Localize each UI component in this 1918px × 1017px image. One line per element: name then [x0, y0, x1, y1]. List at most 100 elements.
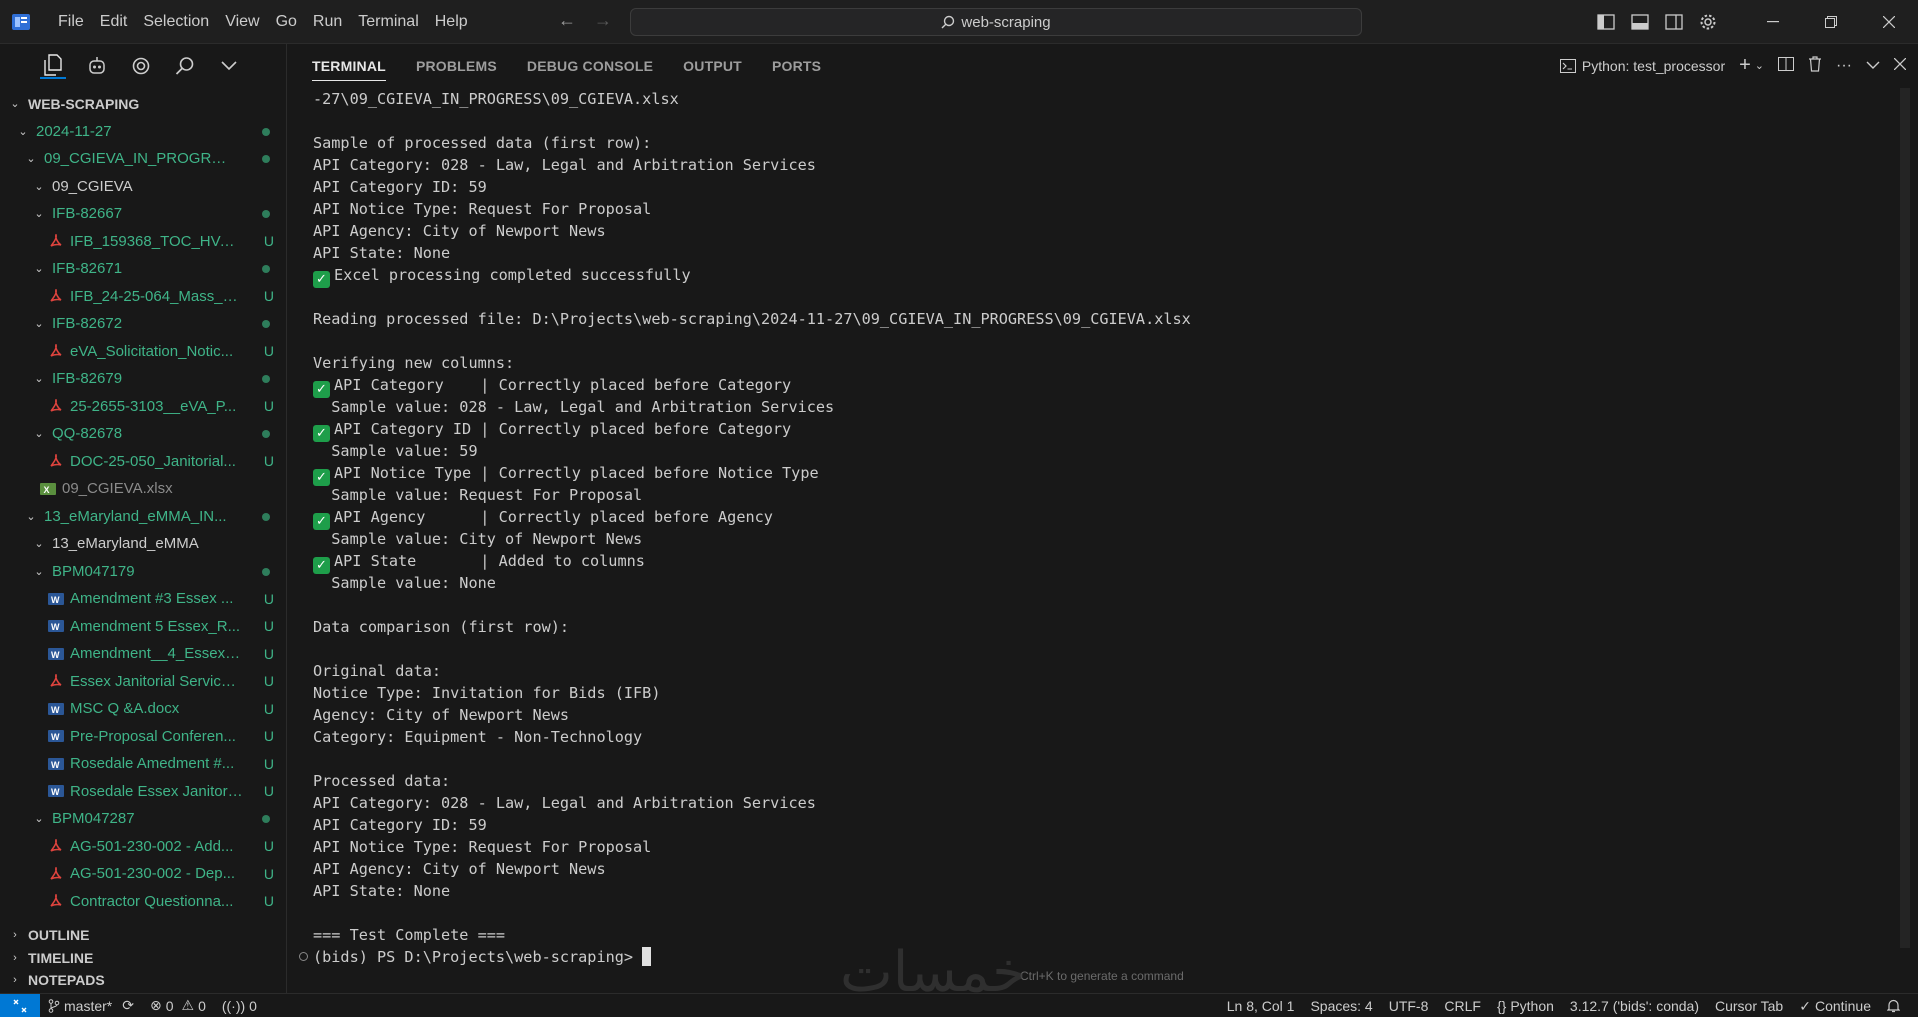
indentation[interactable]: Spaces: 4: [1302, 998, 1380, 1014]
chevron-down-icon: ⌄: [34, 428, 44, 441]
menu-item-file[interactable]: File: [50, 7, 92, 37]
tree-folder[interactable]: ⌄ 13_eMaryland_eMMA: [0, 530, 286, 558]
menu-item-terminal[interactable]: Terminal: [350, 7, 426, 37]
tree-folder[interactable]: ⌄ QQ-82678: [0, 420, 286, 448]
ports-indicator[interactable]: ((·)) 0: [214, 998, 265, 1014]
menu-item-help[interactable]: Help: [427, 7, 476, 37]
toggle-secondary-sidebar-icon[interactable]: [1662, 10, 1686, 34]
tree-folder[interactable]: ⌄ IFB-82667: [0, 200, 286, 228]
forward-arrow-icon[interactable]: →: [594, 10, 612, 31]
terminal-selector[interactable]: Python: test_processor: [1559, 57, 1726, 74]
tab-output[interactable]: OUTPUT: [683, 52, 742, 80]
tree-file[interactable]: W Amendment 5 Essex_R... U: [0, 613, 286, 641]
python-interpreter[interactable]: 3.12.7 ('bids': conda): [1562, 998, 1707, 1014]
terminal-prompt-line[interactable]: (bids) PS D:\Projects\web-scraping>: [299, 946, 1873, 968]
language-mode[interactable]: {} Python: [1489, 998, 1562, 1014]
command-center-search[interactable]: web-scraping: [630, 8, 1362, 36]
new-terminal-plus-icon[interactable]: +: [1739, 54, 1751, 77]
tree-file[interactable]: AG-501-230-002 - Add... U: [0, 833, 286, 861]
tree-file[interactable]: 25-2655-3103__eVA_P... U: [0, 393, 286, 421]
tree-file[interactable]: eVA_Solicitation_Notic... U: [0, 338, 286, 366]
restore-button[interactable]: [1802, 0, 1860, 44]
tree-folder[interactable]: ⌄ IFB-82672: [0, 310, 286, 338]
back-arrow-icon[interactable]: ←: [558, 10, 576, 31]
line-endings[interactable]: CRLF: [1436, 998, 1489, 1014]
terminal-output[interactable]: -27\09_CGIEVA_IN_PROGRESS\09_CGIEVA.xlsx…: [299, 88, 1873, 968]
terminal-line: Agency: City of Newport News: [313, 704, 1873, 726]
cursor-tab[interactable]: Cursor Tab: [1707, 998, 1791, 1014]
encoding[interactable]: UTF-8: [1381, 998, 1437, 1014]
continue-extension[interactable]: ✓ Continue: [1791, 998, 1879, 1015]
tree-file[interactable]: W Pre-Proposal Conferen... U: [0, 723, 286, 751]
tree-file[interactable]: IFB_159368_TOC_HVAC... U: [0, 228, 286, 256]
section-outline[interactable]: › OUTLINE: [0, 924, 286, 947]
tree-file[interactable]: DOC-25-050_Janitorial... U: [0, 448, 286, 476]
tree-file[interactable]: Essex Janitorial Service ... U: [0, 668, 286, 696]
tree-folder[interactable]: ⌄ IFB-82679: [0, 365, 286, 393]
tree-folder[interactable]: ⌄ 2024-11-27: [0, 118, 286, 146]
split-terminal-icon[interactable]: [1778, 57, 1795, 74]
close-window-button[interactable]: [1860, 0, 1918, 44]
tree-file[interactable]: IFB_24-25-064_Mass_Tr... U: [0, 283, 286, 311]
notifications-bell-icon[interactable]: [1879, 999, 1908, 1013]
git-branch[interactable]: master* ⟳: [40, 997, 142, 1014]
broadcast-icon: ((·)): [221, 997, 246, 1014]
cursor-position[interactable]: Ln 8, Col 1: [1219, 998, 1303, 1014]
remote-indicator-icon[interactable]: [0, 993, 40, 1017]
menu-item-view[interactable]: View: [217, 7, 267, 37]
tree-folder[interactable]: ⌄ 13_eMaryland_eMMA_IN...: [0, 503, 286, 531]
problems-counter[interactable]: ⊗ 0 ⚠ 0: [142, 997, 214, 1014]
docx-file-icon: W: [48, 646, 64, 662]
menu-item-selection[interactable]: Selection: [135, 7, 217, 37]
toggle-primary-sidebar-icon[interactable]: [1594, 10, 1618, 34]
tree-folder[interactable]: ⌄ BPM047287: [0, 805, 286, 833]
terminal-scrollbar[interactable]: [1900, 88, 1910, 948]
tree-file[interactable]: Contractor Questionna... U: [0, 888, 286, 916]
terminal-dropdown-chevron-icon[interactable]: ⌄: [1755, 59, 1764, 72]
tree-folder[interactable]: ⌄ 09_CGIEVA_IN_PROGRESS: [0, 145, 286, 173]
menu-item-go[interactable]: Go: [268, 7, 305, 37]
tree-folder[interactable]: ⌄ 09_CGIEVA: [0, 173, 286, 201]
tab-debug-console[interactable]: DEBUG CONSOLE: [527, 52, 653, 80]
maximize-panel-chevron-icon[interactable]: [1866, 58, 1880, 73]
tree-file[interactable]: W Rosedale Essex Janitori... U: [0, 778, 286, 806]
terminal-line-text: Data comparison (first row):: [313, 618, 570, 636]
explorer-root-header[interactable]: ⌄ WEB-SCRAPING: [0, 90, 286, 118]
tree-file[interactable]: W Rosedale Amedment #... U: [0, 750, 286, 778]
tree-file[interactable]: AG-501-230-002 - Dep... U: [0, 860, 286, 888]
menu-item-edit[interactable]: Edit: [92, 7, 136, 37]
tree-item-label: IFB-82671: [52, 260, 123, 278]
tree-file[interactable]: X 09_CGIEVA.xlsx: [0, 475, 286, 503]
tab-problems[interactable]: PROBLEMS: [416, 52, 497, 80]
sync-icon[interactable]: ⟳: [122, 997, 134, 1014]
tree-file[interactable]: W Amendment #3 Essex ... U: [0, 585, 286, 613]
close-panel-icon[interactable]: [1893, 57, 1907, 73]
section-notepads[interactable]: › NOTEPADS: [0, 969, 286, 992]
terminal-line: === Test Complete ===: [313, 924, 1873, 946]
robot-agent-icon[interactable]: [84, 53, 110, 79]
settings-gear-icon[interactable]: [1696, 10, 1720, 34]
more-views-chevron-icon[interactable]: [216, 53, 242, 79]
minimize-button[interactable]: [1744, 0, 1802, 44]
tree-folder[interactable]: ⌄ BPM047179: [0, 558, 286, 586]
extensions-openai-icon[interactable]: [128, 53, 154, 79]
tree-file[interactable]: W Amendment__4_Essex_... U: [0, 640, 286, 668]
tree-item-label: eVA_Solicitation_Notic...: [70, 342, 234, 360]
tree-folder[interactable]: ⌄ IFB-82671: [0, 255, 286, 283]
terminal-line: API Category ID: 59: [313, 176, 1873, 198]
kill-terminal-trash-icon[interactable]: [1808, 56, 1822, 75]
more-actions-ellipsis-icon[interactable]: ···: [1836, 57, 1852, 75]
tree-item-label: AG-501-230-002 - Add...: [70, 837, 234, 855]
search-icon[interactable]: [172, 53, 198, 79]
toggle-panel-icon[interactable]: [1628, 10, 1652, 34]
chevron-down-icon: ⌄: [34, 373, 44, 386]
tab-terminal[interactable]: TERMINAL: [312, 52, 386, 81]
explorer-files-icon[interactable]: [40, 53, 66, 79]
tab-ports[interactable]: PORTS: [772, 52, 821, 80]
docx-file-icon: W: [48, 728, 64, 744]
terminal-name: Python: test_processor: [1581, 57, 1726, 74]
section-timeline[interactable]: › TIMELINE: [0, 947, 286, 970]
tree-file[interactable]: W MSC Q &A.docx U: [0, 695, 286, 723]
menu-item-run[interactable]: Run: [305, 7, 350, 37]
